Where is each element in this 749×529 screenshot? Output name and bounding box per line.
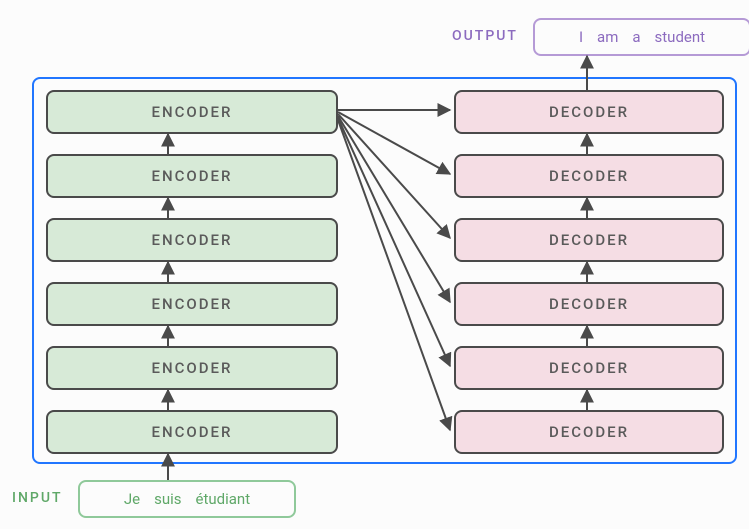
output-box: I am a student <box>533 18 749 56</box>
encoder-block-6: ENCODER <box>46 90 338 134</box>
decoder-block-6: DECODER <box>454 90 724 134</box>
input-token: suis <box>154 490 181 508</box>
input-box: Je suis étudiant <box>78 480 296 518</box>
input-token: étudiant <box>196 490 251 508</box>
output-label: OUTPUT <box>452 28 518 44</box>
decoder-block-1: DECODER <box>454 410 724 454</box>
transformer-container <box>32 77 737 464</box>
output-token: a <box>632 28 640 46</box>
encoder-block-1: ENCODER <box>46 410 338 454</box>
input-token: Je <box>124 490 140 508</box>
encoder-block-3: ENCODER <box>46 282 338 326</box>
output-token: I <box>579 28 583 46</box>
decoder-block-3: DECODER <box>454 282 724 326</box>
encoder-block-4: ENCODER <box>46 218 338 262</box>
encoder-block-5: ENCODER <box>46 154 338 198</box>
encoder-block-2: ENCODER <box>46 346 338 390</box>
decoder-block-2: DECODER <box>454 346 724 390</box>
output-token: am <box>597 28 618 46</box>
decoder-block-4: DECODER <box>454 218 724 262</box>
input-label: INPUT <box>12 490 63 506</box>
output-token: student <box>655 28 706 46</box>
decoder-block-5: DECODER <box>454 154 724 198</box>
